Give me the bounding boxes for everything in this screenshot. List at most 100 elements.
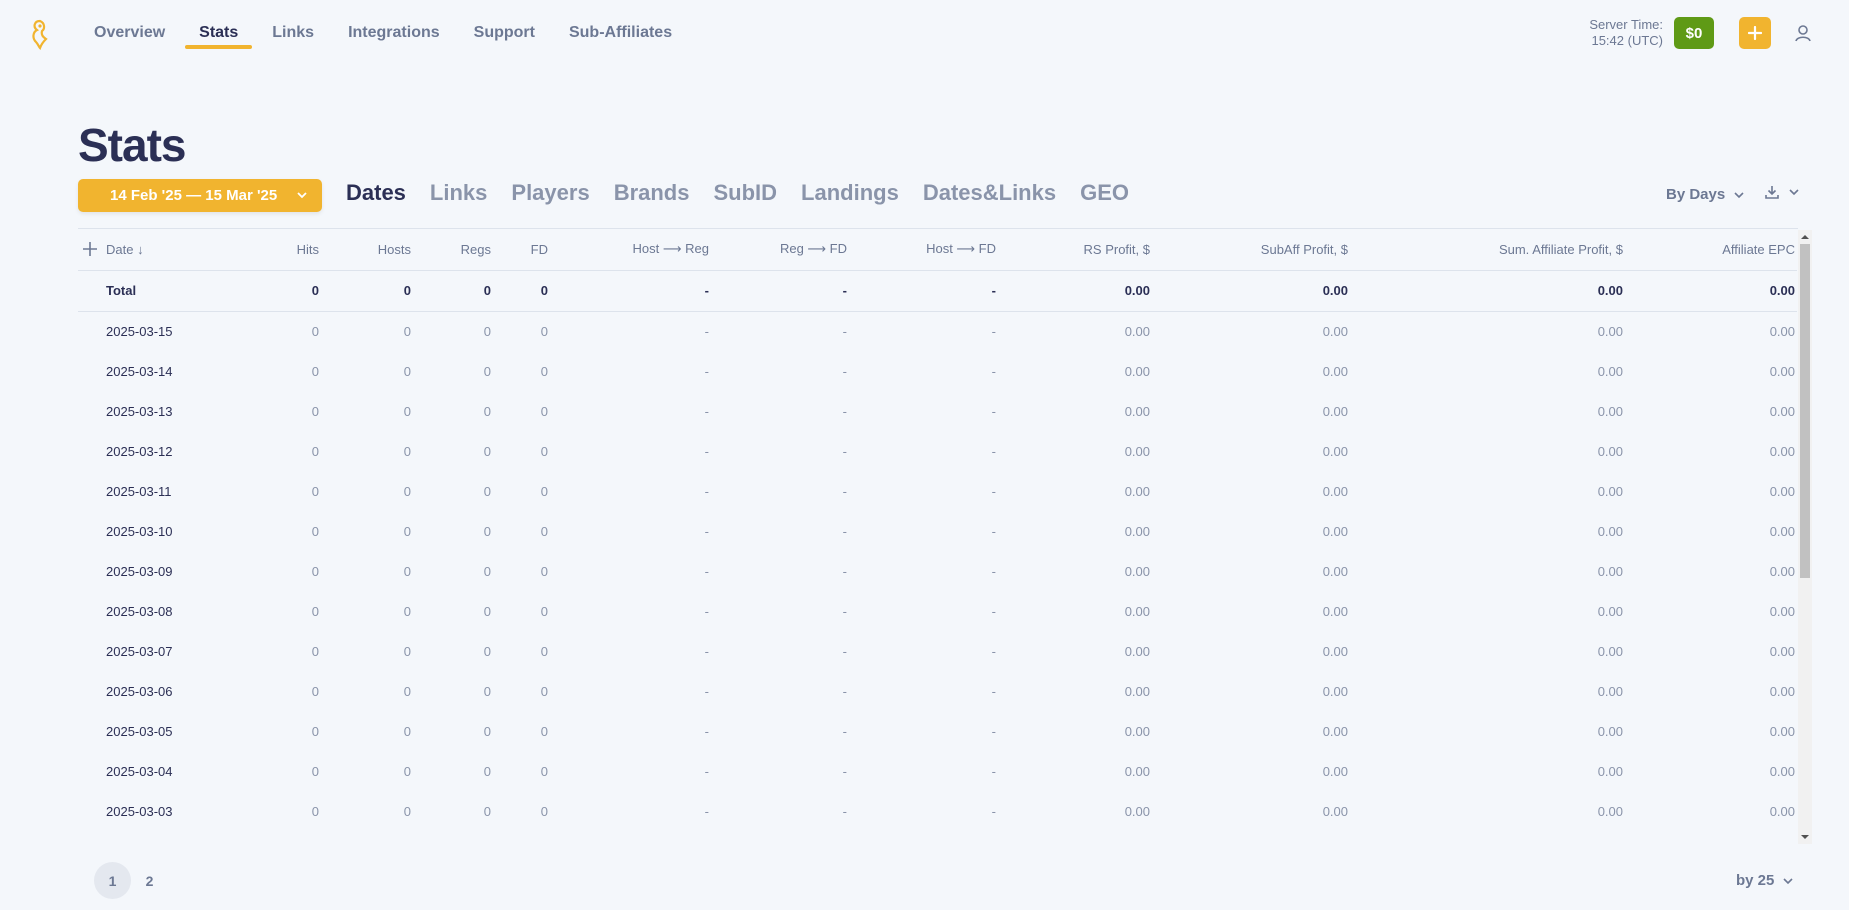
column-header[interactable]: Sum. Affiliate Profit, $: [1350, 229, 1625, 271]
row-value-cell: -: [704, 443, 709, 459]
row-value-cell: 0: [403, 763, 411, 779]
row-date-cell: 2025-03-06: [106, 683, 173, 699]
row-value-cell: 0.00: [1322, 643, 1348, 659]
row-value-cell: -: [842, 683, 847, 699]
row-value-cell: 0.00: [1124, 323, 1150, 339]
column-header[interactable]: RS Profit, $: [998, 229, 1152, 271]
row-value-cell: 0.00: [1322, 803, 1348, 819]
table-row: 2025-03-13 0 0 0 0 - - - 0.00 0.00 0.00 0.00: [78, 391, 1797, 431]
row-value-cell: 0: [321, 270, 413, 312]
table-scrollbar[interactable]: [1798, 230, 1812, 844]
row-value-cell: -: [991, 803, 996, 819]
row-value-cell: 0: [483, 643, 491, 659]
nav-item-sub-affiliates[interactable]: Sub-Affiliates: [569, 0, 672, 66]
column-header[interactable]: Hosts: [321, 229, 413, 271]
tab-landings[interactable]: Landings: [801, 180, 899, 206]
row-value-cell: -: [991, 763, 996, 779]
row-value-cell: -: [704, 523, 709, 539]
row-value-cell: -: [704, 563, 709, 579]
row-value-cell: 0: [540, 523, 548, 539]
tab-brands[interactable]: Brands: [614, 180, 690, 206]
row-value-cell: 0.00: [1322, 403, 1348, 419]
tab-geo[interactable]: GEO: [1080, 180, 1129, 206]
table-row: 2025-03-14 0 0 0 0 - - - 0.00 0.00 0.00 0.00: [78, 351, 1797, 391]
nav-item-support[interactable]: Support: [474, 0, 535, 66]
nav-item-stats[interactable]: Stats: [185, 0, 253, 66]
stats-tabs: Dates Links Players Brands SubID Landings Date…: [346, 180, 1153, 206]
row-value-cell: -: [849, 270, 998, 312]
row-date-cell: 2025-03-03: [106, 803, 173, 819]
row-value-cell: 0.00: [1124, 563, 1150, 579]
tab-players[interactable]: Players: [511, 180, 589, 206]
tab-links[interactable]: Links: [430, 180, 487, 206]
row-date-cell: 2025-03-10: [106, 523, 173, 539]
table-row: 2025-03-06 0 0 0 0 - - - 0.00 0.00 0.00 0.00: [78, 671, 1797, 711]
row-value-cell: 0.00: [1597, 803, 1623, 819]
main-nav: Overview Stats Links Integrations Support Sub…: [94, 0, 706, 66]
row-value-cell: -: [704, 763, 709, 779]
page-button-2[interactable]: 2: [131, 862, 168, 899]
tab-subid[interactable]: SubID: [713, 180, 777, 206]
column-header[interactable]: Date ↓: [78, 229, 226, 271]
row-value-cell: 0: [311, 603, 319, 619]
row-value-cell: 0.00: [1597, 603, 1623, 619]
row-value-cell: 0.00: [1597, 643, 1623, 659]
row-value-cell: -: [842, 603, 847, 619]
row-date-cell: 2025-03-13: [106, 403, 173, 419]
table-row: 2025-03-05 0 0 0 0 - - - 0.00 0.00 0.00 0.00: [78, 711, 1797, 751]
nav-item-links[interactable]: Links: [272, 0, 314, 66]
row-value-cell: 0.00: [1769, 683, 1795, 699]
row-value-cell: 0: [403, 323, 411, 339]
plus-icon: [1748, 26, 1762, 40]
group-by-select[interactable]: By Days: [1666, 186, 1745, 203]
row-value-cell: 0: [540, 683, 548, 699]
row-value-cell: 0: [540, 363, 548, 379]
row-value-cell: -: [704, 483, 709, 499]
date-range-picker[interactable]: 14 Feb '25 — 15 Mar '25: [78, 179, 322, 212]
column-header[interactable]: FD: [493, 229, 550, 271]
nav-item-overview[interactable]: Overview: [94, 0, 165, 66]
add-button[interactable]: [1739, 17, 1771, 49]
row-value-cell: 0: [540, 323, 548, 339]
column-header[interactable]: Host ⟶ Reg: [550, 229, 711, 271]
tab-dates-links[interactable]: Dates&Links: [923, 180, 1056, 206]
download-button[interactable]: [1764, 184, 1800, 200]
row-value-cell: 0.00: [1322, 723, 1348, 739]
logo-icon[interactable]: [28, 18, 52, 50]
server-time: Server Time: 15:42 (UTC): [1589, 17, 1663, 49]
row-value-cell: 0: [540, 403, 548, 419]
row-value-cell: 0.00: [1769, 643, 1795, 659]
page-button-1[interactable]: 1: [94, 862, 131, 899]
row-value-cell: -: [842, 523, 847, 539]
scroll-up-arrow-icon[interactable]: [1801, 233, 1809, 241]
row-value-cell: -: [704, 603, 709, 619]
tab-dates[interactable]: Dates: [346, 180, 406, 206]
table-row: 2025-03-03 0 0 0 0 - - - 0.00 0.00 0.00 0.00: [78, 791, 1797, 831]
row-value-cell: 0: [403, 603, 411, 619]
per-page-select[interactable]: by 25: [1736, 872, 1794, 889]
column-header[interactable]: Regs: [413, 229, 493, 271]
row-value-cell: 0: [311, 523, 319, 539]
add-column-icon[interactable]: [82, 241, 98, 257]
chevron-down-icon: [297, 192, 307, 199]
row-value-cell: -: [842, 763, 847, 779]
column-header[interactable]: Host ⟶ FD: [849, 229, 998, 271]
balance-button[interactable]: $0: [1674, 17, 1714, 49]
row-value-cell: 0: [483, 563, 491, 579]
row-value-cell: -: [842, 643, 847, 659]
row-value-cell: 0.00: [1769, 763, 1795, 779]
user-icon[interactable]: [1792, 22, 1814, 44]
nav-item-integrations[interactable]: Integrations: [348, 0, 440, 66]
row-value-cell: 0: [311, 363, 319, 379]
column-header[interactable]: SubAff Profit, $: [1152, 229, 1350, 271]
column-header[interactable]: Hits: [226, 229, 321, 271]
scroll-down-arrow-icon[interactable]: [1801, 833, 1809, 841]
column-header[interactable]: Reg ⟶ FD: [711, 229, 849, 271]
row-value-cell: 0.00: [1597, 523, 1623, 539]
column-header[interactable]: Affiliate EPC: [1625, 229, 1797, 271]
scrollbar-thumb[interactable]: [1800, 244, 1810, 578]
row-value-cell: 0: [311, 723, 319, 739]
row-value-cell: 0.00: [1124, 603, 1150, 619]
row-value-cell: 0.00: [1597, 443, 1623, 459]
row-value-cell: 0: [493, 270, 550, 312]
